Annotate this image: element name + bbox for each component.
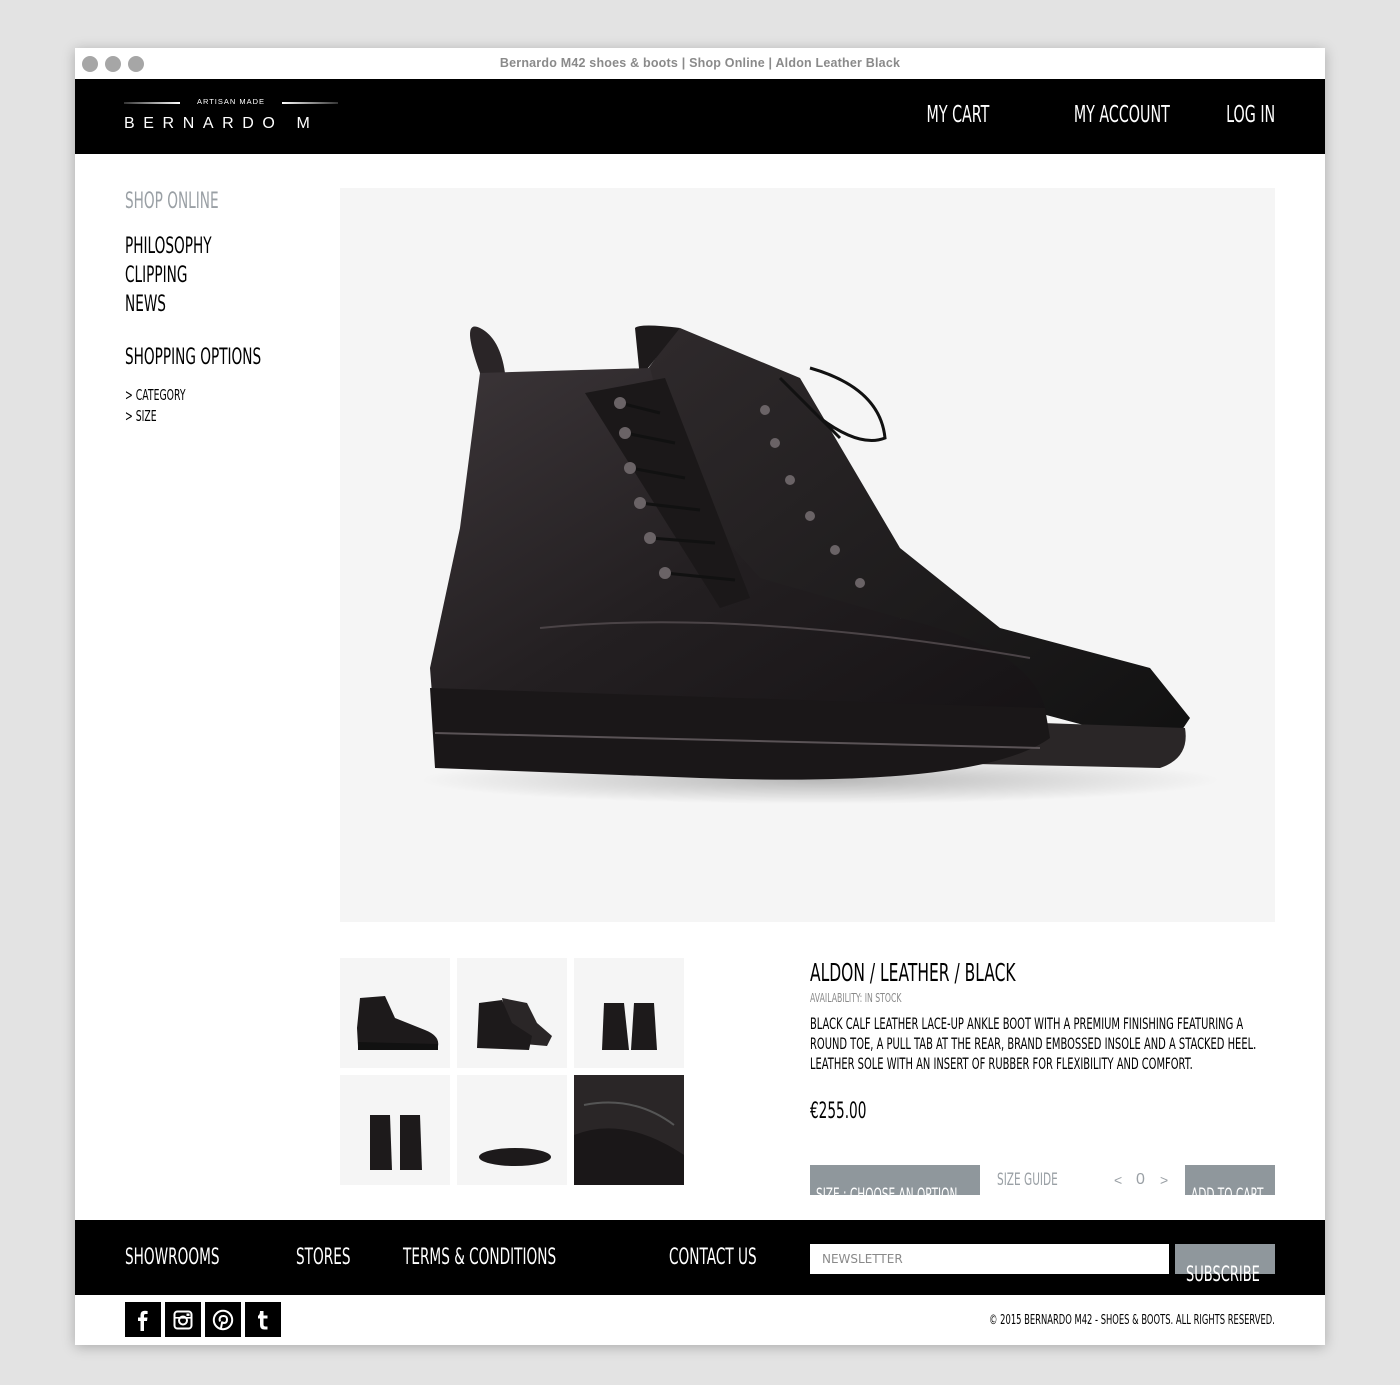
footer-link-contact[interactable]: CONTACT US <box>669 1244 810 1270</box>
product-description: BLACK CALF LEATHER LACE-UP ANKLE BOOT WI… <box>810 1014 1275 1075</box>
footer-link-showrooms[interactable]: SHOWROOMS <box>125 1244 277 1270</box>
quantity-value[interactable]: 0 <box>1136 1165 1145 1195</box>
product-main-image[interactable] <box>340 188 1275 922</box>
subscribe-label: SUBSCRIBE <box>1186 1262 1260 1286</box>
contact-label: CONTACT US <box>669 1245 757 1270</box>
shopping-options-label: SHOPPING OPTIONS <box>125 345 262 370</box>
quantity-increase-button[interactable]: > <box>1160 1165 1168 1195</box>
quantity-decrease-button[interactable]: < <box>1114 1165 1122 1195</box>
bottom-bar: © 2015 BERNARDO M42 - SHOES & BOOTS. ALL… <box>75 1295 1325 1345</box>
product-info: ALDON / LEATHER / BLACK AVAILABILITY: IN… <box>810 958 1275 1205</box>
thumbnail-close-up-image <box>574 1075 684 1185</box>
thumbnail-close-up[interactable] <box>574 1075 684 1185</box>
shopping-options-list: > CATEGORY > SIZE <box>125 386 325 428</box>
logo-name: BERNARDO M <box>124 115 319 132</box>
thumbnail-side-view-image <box>357 996 439 1050</box>
sidebar-item-clipping[interactable]: CLIPPING <box>125 262 325 291</box>
availability-text: AVAILABILITY: IN STOCK <box>810 990 902 1005</box>
thumbnail-side-view[interactable] <box>340 958 450 1068</box>
product-price-text: €255.00 <box>810 1099 867 1124</box>
thumbnail-sole-view[interactable] <box>457 1075 567 1185</box>
quantity-stepper: < 0 > <box>1110 1165 1170 1195</box>
sidebar: SHOP ONLINE PHILOSOPHY CLIPPING NEWS SHO… <box>125 188 325 428</box>
footer-link-terms[interactable]: TERMS & CONDITIONS <box>403 1244 650 1270</box>
my-account-link[interactable]: MY ACCOUNT <box>1015 101 1170 128</box>
size-select-label: SIZE : CHOOSE AN OPTION <box>816 1185 958 1205</box>
top-nav: MY CART MY ACCOUNT LOG IN <box>888 101 1275 128</box>
product-title: ALDON / LEATHER / BLACK <box>810 958 1275 988</box>
brand-logo[interactable]: ARTISAN MADE BERNARDO M <box>124 97 338 137</box>
thumbnail-back-pair-image <box>370 1115 422 1170</box>
product-description-text: BLACK CALF LEATHER LACE-UP ANKLE BOOT WI… <box>810 1014 1257 1073</box>
terms-label: TERMS & CONDITIONS <box>403 1245 557 1270</box>
thumbnail-sole-view-image <box>479 1148 551 1166</box>
social-links <box>125 1302 281 1337</box>
add-to-cart-label: ADD TO CART <box>1191 1185 1264 1205</box>
philosophy-label: PHILOSOPHY <box>125 234 212 259</box>
sidebar-item-shop-online[interactable]: SHOP ONLINE <box>125 188 325 218</box>
thumbnail-three-quarter-view-image <box>477 998 552 1050</box>
purchase-actions: SIZE : CHOOSE AN OPTION SIZE GUIDE < 0 >… <box>810 1165 1275 1205</box>
browser-window: Bernardo M42 shoes & boots | Shop Online… <box>75 48 1325 1345</box>
shop-online-label: SHOP ONLINE <box>125 189 219 214</box>
site-header: ARTISAN MADE BERNARDO M MY CART MY ACCOU… <box>75 79 1325 154</box>
size-select-button[interactable]: SIZE : CHOOSE AN OPTION <box>810 1165 980 1205</box>
thumbnail-front-pair[interactable] <box>574 958 684 1068</box>
my-cart-label: MY CART <box>926 102 989 128</box>
sidebar-links: PHILOSOPHY CLIPPING NEWS <box>125 233 325 320</box>
product-price: €255.00 <box>810 1098 901 1124</box>
footer-link-stores[interactable]: STORES <box>296 1244 384 1270</box>
thumbnail-back-pair[interactable] <box>340 1075 450 1185</box>
thumbnail-front-pair-image <box>602 1003 657 1050</box>
shopping-options-heading: SHOPPING OPTIONS <box>125 344 325 374</box>
my-account-label: MY ACCOUNT <box>1073 102 1170 128</box>
copyright-text: © 2015 BERNARDO M42 - SHOES & BOOTS. ALL… <box>814 1312 1275 1328</box>
instagram-icon[interactable] <box>165 1302 201 1337</box>
showrooms-label: SHOWROOMS <box>125 1245 220 1270</box>
subscribe-button[interactable]: SUBSCRIBE <box>1175 1244 1275 1286</box>
sidebar-item-philosophy[interactable]: PHILOSOPHY <box>125 233 325 262</box>
product-title-text: ALDON / LEATHER / BLACK <box>810 958 1016 987</box>
pinterest-icon[interactable] <box>205 1302 241 1337</box>
newsletter-input[interactable] <box>810 1244 1169 1274</box>
footer-links: SHOWROOMS STORES TERMS & CONDITIONS CONT… <box>125 1244 811 1270</box>
filter-category-label: > CATEGORY <box>125 386 186 404</box>
add-to-cart-button[interactable]: ADD TO CART <box>1185 1165 1275 1205</box>
thumbnail-three-quarter-view[interactable] <box>457 958 567 1068</box>
copyright-label: © 2015 BERNARDO M42 - SHOES & BOOTS. ALL… <box>989 1312 1275 1328</box>
filter-size[interactable]: > SIZE <box>125 407 325 428</box>
news-label: NEWS <box>125 292 166 317</box>
window-title: Bernardo M42 shoes & boots | Shop Online… <box>499 56 901 70</box>
login-label: LOG IN <box>1225 102 1275 128</box>
stores-label: STORES <box>296 1245 351 1270</box>
boot-pair-image <box>420 325 1220 804</box>
sidebar-item-news[interactable]: NEWS <box>125 291 325 320</box>
filter-category[interactable]: > CATEGORY <box>125 386 325 407</box>
logo-line-right <box>282 102 338 104</box>
thumbnail-gallery <box>340 958 685 1185</box>
filter-size-label: > SIZE <box>125 407 157 425</box>
size-guide-label: SIZE GUIDE <box>997 1170 1058 1190</box>
title-bar: Bernardo M42 shoes & boots | Shop Online… <box>75 48 1325 79</box>
availability-status: AVAILABILITY: IN STOCK <box>810 990 1275 1006</box>
clipping-label: CLIPPING <box>125 263 188 288</box>
size-guide-link[interactable]: SIZE GUIDE <box>997 1165 1095 1195</box>
site-footer: SHOWROOMS STORES TERMS & CONDITIONS CONT… <box>75 1220 1325 1295</box>
facebook-icon[interactable] <box>125 1302 161 1337</box>
my-cart-link[interactable]: MY CART <box>888 101 989 128</box>
login-link[interactable]: LOG IN <box>1196 101 1275 128</box>
tumblr-icon[interactable] <box>245 1302 281 1337</box>
